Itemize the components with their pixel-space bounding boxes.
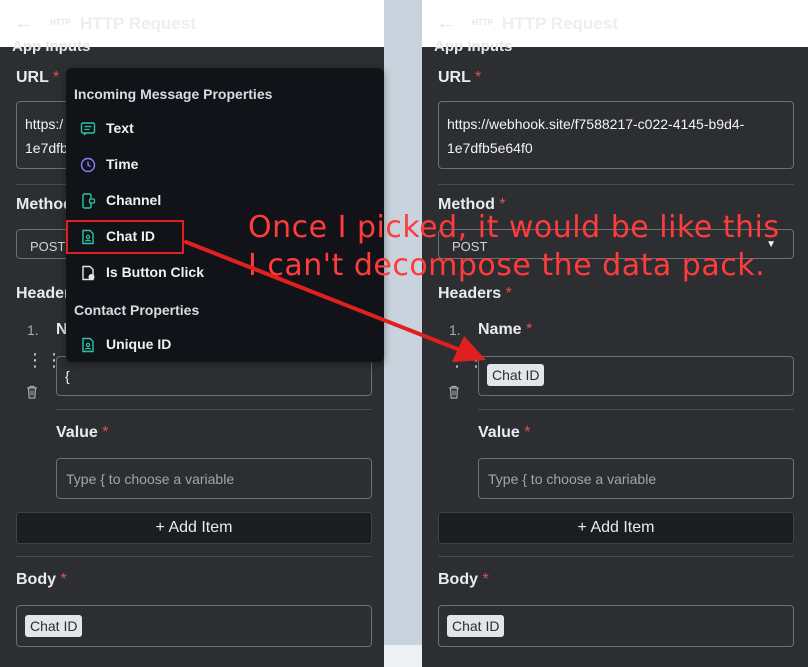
- headers-label: Headers *: [438, 285, 512, 302]
- body-input[interactable]: Chat ID: [438, 605, 794, 647]
- message-icon: [80, 122, 96, 136]
- section-label: App Inputs: [12, 38, 91, 55]
- header-value-placeholder: Type { to choose a variable: [488, 471, 657, 487]
- panel-title: HTTP Request: [80, 14, 196, 33]
- divider: [438, 556, 794, 557]
- list-number: 1.: [449, 322, 461, 338]
- background-gap: [384, 0, 422, 667]
- id-document-icon: [82, 337, 94, 353]
- divider: [438, 184, 794, 185]
- panel-title: HTTP Request: [502, 14, 618, 33]
- header-name-variable-chip[interactable]: Chat ID: [487, 364, 545, 386]
- url-input[interactable]: https://webhook.site/f7588217-c022-4145-…: [438, 101, 794, 169]
- body-label: Body *: [438, 571, 489, 588]
- header-value-input[interactable]: Type { to choose a variable: [56, 458, 372, 499]
- clock-icon: [80, 157, 96, 173]
- url-label: URL *: [16, 69, 60, 86]
- header-badge: HTTP: [50, 18, 71, 27]
- divider: [16, 556, 372, 557]
- dropdown-item-time[interactable]: Time: [66, 148, 384, 182]
- trash-icon[interactable]: [26, 385, 38, 399]
- dropdown-heading-incoming: Incoming Message Properties: [74, 86, 273, 102]
- name-label: Name *: [478, 321, 533, 338]
- body-input[interactable]: Chat ID: [16, 605, 372, 647]
- document-check-icon: [82, 265, 95, 281]
- method-value: POST: [30, 239, 66, 254]
- annotation-highlight-box: [66, 220, 184, 254]
- dropdown-item-unique-id[interactable]: Unique ID: [66, 328, 384, 362]
- header-name-value: {: [65, 368, 70, 384]
- value-label: Value *: [478, 424, 531, 441]
- section-label: App Inputs: [434, 38, 513, 55]
- header-value-placeholder: Type { to choose a variable: [66, 471, 235, 487]
- divider: [56, 409, 372, 410]
- back-button[interactable]: ←: [436, 12, 456, 35]
- header-value-input[interactable]: Type { to choose a variable: [478, 458, 794, 499]
- right-panel: ← HTTP HTTP Request App Inputs URL * htt…: [422, 0, 808, 667]
- body-label: Body *: [16, 571, 67, 588]
- divider: [478, 409, 794, 410]
- background-strip: [384, 645, 422, 667]
- header-name-input[interactable]: {: [56, 356, 372, 396]
- add-item-button[interactable]: + Add Item: [438, 512, 794, 544]
- trash-icon[interactable]: [448, 385, 460, 399]
- header-badge: HTTP: [472, 18, 493, 27]
- url-label: URL *: [438, 69, 482, 86]
- dropdown-item-text[interactable]: Text: [66, 112, 384, 146]
- header-name-input[interactable]: Chat ID: [478, 356, 794, 396]
- value-label: Value *: [56, 424, 109, 441]
- dropdown-heading-contact: Contact Properties: [74, 302, 200, 318]
- body-variable-chip[interactable]: Chat ID: [25, 615, 83, 637]
- annotation-line-1: Once I picked, it would be like this: [248, 210, 780, 245]
- back-button[interactable]: ←: [14, 12, 34, 35]
- add-item-button[interactable]: + Add Item: [16, 512, 372, 544]
- phone-chat-icon: [82, 193, 96, 209]
- list-number: 1.: [27, 322, 39, 338]
- body-variable-chip[interactable]: Chat ID: [447, 615, 505, 637]
- annotation-line-2: I can't decompose the data pack.: [248, 248, 766, 283]
